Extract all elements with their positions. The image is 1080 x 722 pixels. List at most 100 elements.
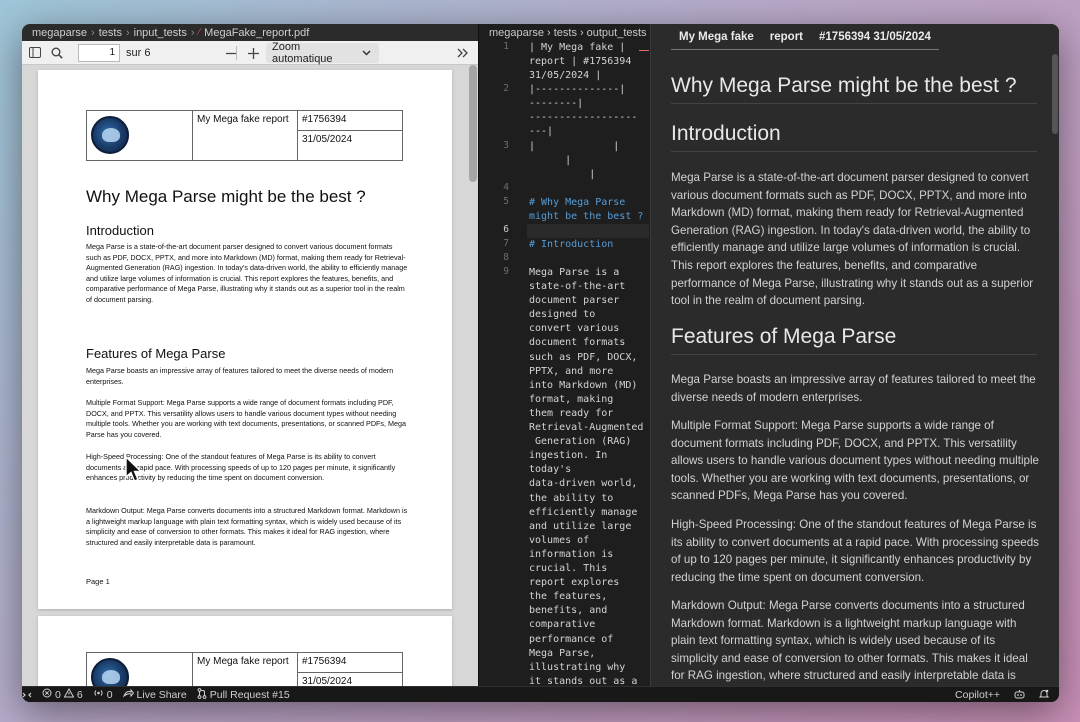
- report-date: 31/05/2024: [302, 676, 353, 686]
- code-line: Retrieval-Augmented: [529, 422, 644, 433]
- chevron-right-icon: ›: [125, 26, 130, 39]
- line-number: 9: [503, 266, 509, 277]
- problems-indicator[interactable]: 0 6: [42, 687, 83, 701]
- zoom-out-button[interactable]: [220, 43, 242, 63]
- ports-count: 0: [106, 688, 113, 701]
- remote-icon[interactable]: [22, 690, 32, 700]
- paragraph: Mega Parse boasts an impressive array of…: [86, 366, 394, 386]
- code-line: into Markdown (MD): [529, 380, 638, 391]
- code-line: # Introduction: [529, 239, 614, 250]
- status-bar: 0 6 0 Live Share Pull Request #15 Copilo…: [22, 686, 1059, 702]
- report-header-table: My Mega fake report #1756394 31/05/2024: [86, 652, 403, 686]
- report-header-table: My Mega fake report #1756394 31/05/2024: [86, 110, 403, 161]
- chevron-right-icon: ›: [190, 26, 195, 39]
- code-line: designed to: [529, 309, 596, 320]
- preview-scrollbar-thumb[interactable]: [1052, 54, 1058, 134]
- breadcrumb-item[interactable]: input_tests: [134, 27, 187, 39]
- preview-heading: Features of Mega Parse: [671, 325, 1037, 355]
- breadcrumb-item[interactable]: MegaFake_report.pdf: [204, 27, 309, 39]
- code-line: such as PDF, DOCX,: [529, 352, 638, 363]
- more-tools-icon[interactable]: [452, 43, 474, 63]
- pdf-page: My Mega fake report #1756394 31/05/2024: [38, 616, 452, 686]
- sidebar-toggle-icon[interactable]: [24, 43, 46, 63]
- paragraph: Markdown Output: Mega Parse converts doc…: [86, 506, 408, 547]
- report-id: #1756394: [298, 653, 402, 673]
- notifications-icon[interactable]: [1038, 689, 1050, 702]
- code-line: volumes of: [529, 535, 590, 546]
- code-line: efficiently manage: [529, 507, 638, 518]
- code-line: ------------------: [529, 112, 638, 123]
- table-header-cell: #1756394 31/05/2024: [819, 30, 931, 43]
- code-line: ---|: [529, 126, 554, 137]
- code-line: 31/05/2024 |: [529, 70, 602, 81]
- line-number: 2: [503, 83, 509, 94]
- pdf-toolbar: 1 sur 6 Zoom automatique: [22, 41, 478, 65]
- preview-title: Why Mega Parse might be the best ?: [671, 74, 1037, 104]
- code-line: information is: [529, 549, 614, 560]
- search-icon[interactable]: [46, 43, 68, 63]
- page-number-input[interactable]: 1: [78, 43, 120, 62]
- code-line: data-driven world,: [529, 478, 638, 489]
- toolbar-divider: [236, 46, 237, 60]
- ports-indicator[interactable]: 0: [93, 688, 113, 701]
- logo-cell: [86, 110, 193, 161]
- pdf-page: My Mega fake report #1756394 31/05/2024 …: [38, 70, 452, 609]
- line-number: 5: [503, 196, 509, 207]
- broadcast-icon: [93, 688, 104, 701]
- markdown-editor-pane[interactable]: megaparse › tests › output_tests 1 2 3 4…: [478, 24, 650, 687]
- account-icon[interactable]: [1014, 689, 1025, 702]
- logo-cell: [86, 652, 193, 686]
- code-line: format, making: [529, 394, 614, 405]
- code-line: Mega Parse is a: [529, 267, 620, 278]
- preview-paragraph: High-Speed Processing: One of the stando…: [671, 518, 1039, 584]
- breadcrumb-item[interactable]: megaparse: [489, 27, 544, 39]
- copilot-status[interactable]: Copilot++: [955, 689, 1000, 701]
- error-icon: [42, 688, 52, 701]
- paragraph: Mega Parse is a state-of-the-art documen…: [86, 242, 408, 304]
- section-heading: Introduction: [86, 223, 154, 238]
- code-line: convert various: [529, 323, 620, 334]
- breadcrumb-item[interactable]: output_tests: [587, 27, 647, 39]
- chevron-right-icon: ›: [91, 26, 95, 39]
- warning-icon: [63, 687, 75, 701]
- report-meta-cell: #1756394 31/05/2024: [297, 110, 403, 161]
- code-line: report | #1756394: [529, 56, 632, 67]
- code-line: | My Mega fake |: [529, 42, 626, 53]
- active-line-highlight: [527, 224, 649, 238]
- code-line: document formats: [529, 337, 626, 348]
- report-name-cell: My Mega fake report: [192, 652, 298, 686]
- code-line: the features,: [529, 591, 608, 602]
- pdf-document-area[interactable]: My Mega fake report #1756394 31/05/2024 …: [22, 65, 478, 686]
- preview-paragraph: Mega Parse boasts an impressive array of…: [671, 373, 1036, 404]
- zoom-select[interactable]: Zoom automatique: [266, 41, 379, 65]
- report-meta-cell: #1756394 31/05/2024: [297, 652, 403, 686]
- pull-request-label: Pull Request #15: [209, 688, 290, 701]
- report-name-cell: My Mega fake report: [192, 110, 298, 161]
- section-heading: Features of Mega Parse: [86, 346, 226, 361]
- code-line: document parser: [529, 295, 620, 306]
- pdf-scrollbar-thumb[interactable]: [469, 65, 477, 182]
- live-share-button[interactable]: Live Share: [122, 688, 187, 701]
- preview-paragraph: Markdown Output: Mega Parse converts doc…: [671, 599, 1028, 683]
- pdf-file-icon: ⁄: [198, 27, 201, 38]
- code-line: |: [529, 169, 596, 180]
- zoom-in-button[interactable]: [242, 43, 264, 63]
- live-share-label: Live Share: [136, 688, 187, 701]
- megaparse-logo: [91, 116, 129, 154]
- breadcrumb-item[interactable]: tests: [99, 27, 122, 39]
- line-number: 1: [503, 41, 509, 52]
- code-line: illustrating why: [529, 662, 626, 673]
- line-number: 6: [503, 224, 509, 235]
- pdf-viewer-pane: megaparse › tests › input_tests › ⁄ Mega…: [22, 24, 478, 686]
- error-count: 0: [55, 688, 61, 701]
- breadcrumb-item[interactable]: tests: [554, 27, 577, 39]
- code-line: benefits, and: [529, 605, 608, 616]
- code-line: them ready for: [529, 408, 614, 419]
- code-line: report explores: [529, 577, 620, 588]
- line-number: 4: [503, 182, 509, 193]
- breadcrumb-item[interactable]: megaparse: [32, 27, 87, 39]
- code-line: state-of-the-art: [529, 281, 626, 292]
- pull-request-button[interactable]: Pull Request #15: [197, 687, 290, 702]
- preview-scrollbar[interactable]: [1051, 24, 1059, 686]
- pdf-scrollbar[interactable]: [468, 65, 478, 686]
